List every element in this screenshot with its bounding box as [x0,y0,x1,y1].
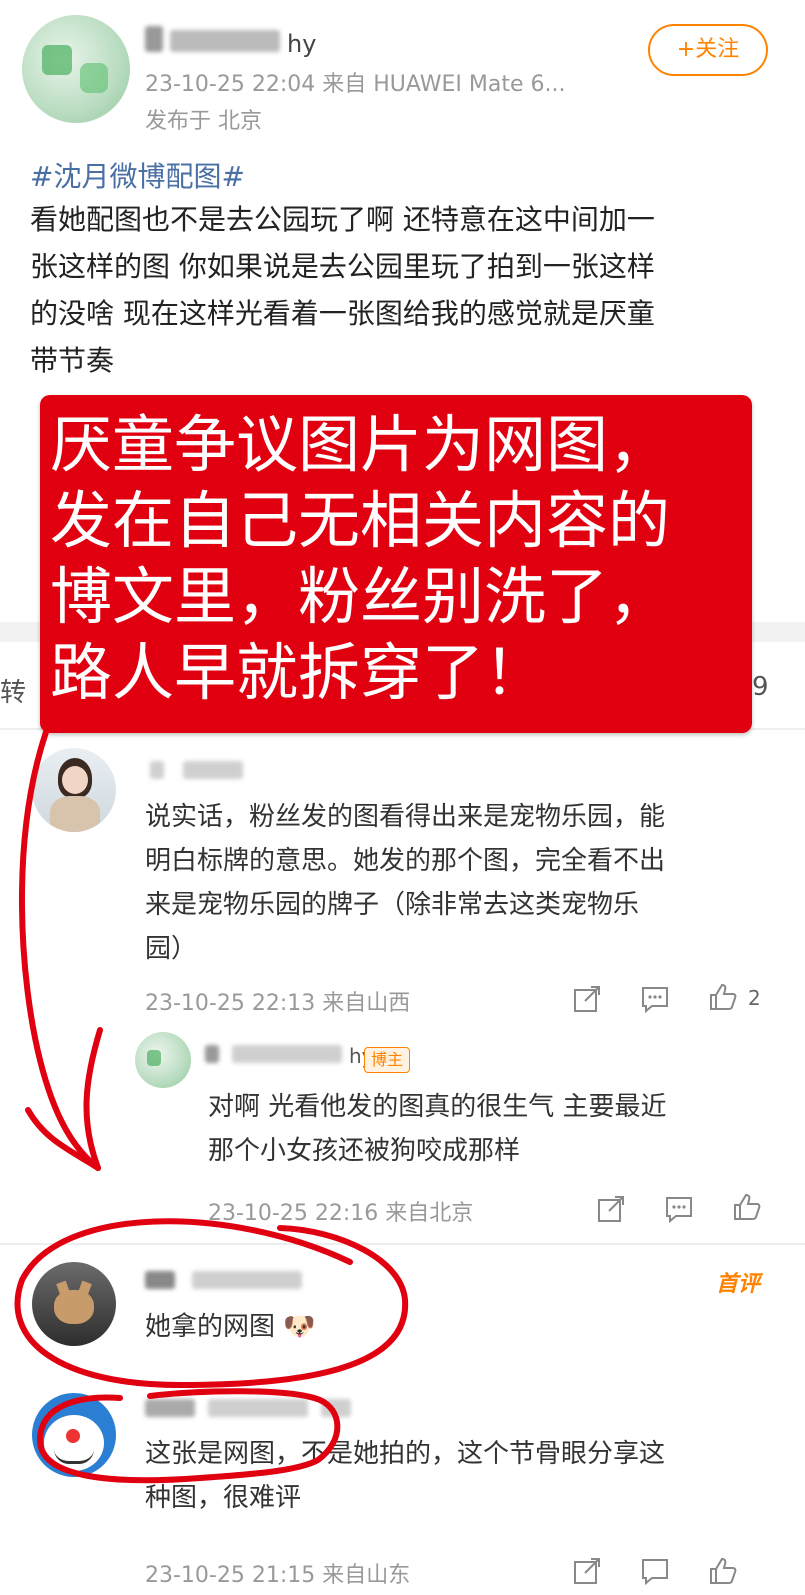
doge-emoji-icon: 🐶 [283,1312,316,1342]
post-body-line: 带节奏 [30,344,115,377]
comment-divider [0,1243,805,1245]
author-avatar[interactable] [22,15,130,123]
blurred-name [170,30,280,52]
overlay-line: 发在自己无相关内容的 [50,484,671,557]
reply-meta: 23-10-25 22:16 来自北京 [208,1201,474,1226]
post-body-line: 的没啥 现在这样光看着一张图给我的感觉就是厌童 [30,297,655,330]
comment-text: 说实话，粉丝发的图看得出来是宠物乐园，能 明白标牌的意思。她发的那个图，完全看不… [145,795,665,971]
overlay-line: 厌童争议图片为网图， [50,408,671,481]
blurred-name [205,1045,219,1063]
commenter-name[interactable] [145,1270,302,1295]
comment-meta: 23-10-25 21:15 来自山东 [145,1563,411,1588]
post-body-line: 看她配图也不是去公园玩了啊 还特意在这中间加一 [30,203,655,236]
author-name[interactable]: hy [145,26,316,58]
reply-text: 对啊 光看他发的图真的很生气 主要最近 那个小女孩还被狗咬成那样 [208,1085,667,1173]
share-icon[interactable] [572,1556,602,1586]
reply-author-avatar[interactable] [135,1032,191,1088]
blurred-name [145,26,163,52]
blurred-name [321,1399,351,1417]
follow-label: +关注 [676,37,740,62]
follow-button[interactable]: +关注 [648,24,768,76]
post-location: 发布于 北京 [145,109,262,134]
comment-line: 明白标牌的意思。她发的那个图，完全看不出 [145,846,666,876]
tab-right-partial[interactable]: 9 [752,672,769,702]
blurred-name [150,761,164,779]
post-body-line: 张这样的图 你如果说是去公园里玩了拍到一张这样 [30,250,655,283]
post-hashtag[interactable]: #沈月微博配图# [30,155,245,195]
blurred-name [145,1399,195,1417]
commenter-avatar[interactable] [32,1262,116,1346]
like-icon[interactable] [732,1192,762,1222]
comment-line: 这张是网图，不是她拍的，这个节骨眼分享这 [145,1439,666,1469]
comment-text: 这张是网图，不是她拍的，这个节骨眼分享这 种图，很难评 [145,1432,665,1520]
comment-icon[interactable] [664,1194,694,1224]
like-icon[interactable] [708,982,738,1012]
comment-text: 她拿的网图 🐶 [145,1305,316,1349]
post-body: 看她配图也不是去公园玩了啊 还特意在这中间加一 张这样的图 你如果说是去公园里玩… [30,196,790,384]
reply-line: 那个小女孩还被狗咬成那样 [208,1136,521,1166]
like-count: 2 [748,986,761,1010]
comment-meta: 23-10-25 22:13 来自山西 [145,991,411,1016]
share-icon[interactable] [596,1194,626,1224]
author-name-suffix: hy [287,30,317,58]
share-icon[interactable] [572,984,602,1014]
blurred-name [232,1045,342,1063]
commenter-avatar[interactable] [32,748,116,832]
comment-line: 园） [145,934,198,964]
blurred-name [208,1399,308,1417]
reply-line: 对啊 光看他发的图真的很生气 主要最近 [208,1092,667,1122]
blurred-name [192,1271,302,1289]
comment-line: 她拿的网图 [145,1312,276,1342]
comment-icon[interactable] [640,984,670,1014]
reply-author-name[interactable]: hy [205,1044,374,1069]
author-badge-label: 博主 [371,1050,404,1069]
commenter-name[interactable] [150,760,243,785]
comment-line: 来是宠物乐园的牌子（除非常去这类宠物乐 [145,890,640,920]
annotation-overlay: 厌童争议图片为网图， 发在自己无相关内容的 博文里，粉丝别洗了， 路人早就拆穿了… [40,395,752,733]
comment-line: 种图，很难评 [145,1483,302,1513]
overlay-line: 路人早就拆穿了！ [50,636,547,709]
blurred-name [183,761,243,779]
tab-left-partial[interactable]: 转 [0,672,26,709]
commenter-name[interactable] [145,1398,351,1423]
comment-line: 说实话，粉丝发的图看得出来是宠物乐园，能 [145,802,666,832]
commenter-avatar[interactable] [32,1393,116,1477]
author-badge: 博主 [364,1047,411,1073]
like-icon[interactable] [708,1556,738,1586]
blurred-name [145,1271,175,1289]
overlay-line: 博文里，粉丝别洗了， [50,560,671,633]
comment-icon[interactable] [640,1556,670,1586]
post-time-source: 23-10-25 22:04 来自 HUAWEI Mate 6... [145,72,566,97]
first-comment-tag: 首评 [716,1272,761,1297]
